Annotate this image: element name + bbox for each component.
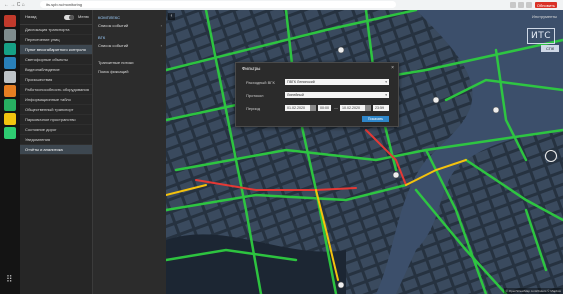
menu-item[interactable]: Происшествия: [20, 75, 92, 85]
app-icon-bar: ⠿: [0, 10, 20, 294]
submenu-item-label: Список событий: [98, 43, 129, 48]
its-logo-sub: СПб: [541, 45, 559, 52]
submenu-header: ВГК: [98, 35, 106, 40]
extension-icon[interactable]: [509, 1, 516, 8]
chevron-right-icon: ›: [160, 23, 162, 28]
menu-item[interactable]: Парковочное пространство: [20, 115, 92, 125]
map-attribution: © OpenStreetMap contributors © Mapbox: [503, 288, 563, 294]
submenu-header: КОМПЛЕКС: [98, 15, 121, 20]
submenu-item[interactable]: Список событий ›: [93, 21, 167, 30]
menu-item[interactable]: Уведомления: [20, 135, 92, 145]
browser-nav-buttons[interactable]: ← → C ⌂: [4, 2, 25, 8]
submenu-item-label: Транзитные потоки: [98, 60, 134, 65]
protocol-select[interactable]: Линейный ▾: [285, 92, 389, 98]
menu-header: Назад Меню: [20, 10, 92, 25]
calendar-icon[interactable]: [365, 105, 371, 111]
vgk-select[interactable]: ПВГК Ленинский ▾: [285, 79, 389, 85]
field-label-vgk: Расходный ВГК: [246, 80, 275, 85]
calendar-icon[interactable]: [310, 105, 316, 111]
chevron-down-icon: ▾: [385, 93, 387, 97]
protocol-select-value: Линейный: [287, 93, 304, 97]
map-canvas[interactable]: [166, 10, 563, 294]
time-to-input[interactable]: 23:59: [373, 105, 389, 111]
extension-icon[interactable]: [525, 1, 532, 8]
submenu-panel: КОМПЛЕКС Список событий › ВГК Список событий…: [92, 10, 167, 294]
menu-item[interactable]: Отчёты и аналитика: [20, 145, 92, 155]
field-label-protocol: Протокол: [246, 93, 264, 98]
time-from-input[interactable]: 00:00: [318, 105, 331, 111]
chevron-down-icon: ▾: [385, 80, 387, 84]
compass-icon[interactable]: [545, 150, 557, 162]
main-menu: Назад Меню Дислокация транспорта Пересече…: [20, 10, 92, 294]
menu-item[interactable]: Пункт весогабаритного контроля: [20, 45, 92, 55]
app-icon-2[interactable]: [4, 29, 16, 41]
app-icon-6[interactable]: [4, 99, 16, 111]
submenu-item-label: Список событий: [98, 23, 129, 28]
menu-item[interactable]: Информационные табло: [20, 95, 92, 105]
field-label-period: Период: [246, 106, 261, 111]
menu-item[interactable]: Состояние дорог: [20, 125, 92, 135]
app-icon-7[interactable]: [4, 113, 16, 125]
extension-icon[interactable]: [517, 1, 524, 8]
submenu-item-label: Поиск фиксаций: [98, 69, 129, 74]
date-from-input[interactable]: 01.02.2020: [285, 105, 310, 111]
chevron-right-icon: ›: [160, 43, 162, 48]
map-tools-link[interactable]: Инструменты: [532, 14, 557, 19]
menu-right-label: Меню: [78, 14, 89, 19]
apply-button[interactable]: Показать: [362, 116, 389, 122]
app-icon-3[interactable]: [4, 43, 16, 55]
collapse-panel-button[interactable]: ‹: [168, 13, 175, 20]
app-icon-5[interactable]: [4, 85, 16, 97]
document-icon[interactable]: [4, 71, 16, 83]
menu-item[interactable]: Пересечение улиц: [20, 35, 92, 45]
close-icon[interactable]: ×: [391, 65, 394, 71]
menu-item[interactable]: Работоспособность оборудования: [20, 85, 92, 95]
submenu-item[interactable]: Список событий ›: [93, 41, 167, 50]
menu-item[interactable]: Видеонаблюдение: [20, 65, 92, 75]
menu-item[interactable]: Дислокация транспорта: [20, 25, 92, 35]
app-icon-8[interactable]: [4, 127, 16, 139]
submenu-item[interactable]: Транзитные потоки: [93, 58, 167, 67]
period-separator: —: [334, 105, 338, 110]
menu-back-label[interactable]: Назад: [25, 14, 36, 19]
dialog-title: Фильтры: [242, 66, 261, 71]
vgk-select-value: ПВГК Ленинский: [287, 80, 315, 84]
address-bar[interactable]: its.spb.ru/monitoring: [40, 1, 396, 8]
menu-item[interactable]: Общественный транспорт: [20, 105, 92, 115]
app-icon-1[interactable]: [4, 15, 16, 27]
submenu-item[interactable]: Поиск фиксаций: [93, 67, 167, 76]
apps-grid-icon[interactable]: ⠿: [6, 274, 13, 285]
filter-dialog: Фильтры × Расходный ВГК ПВГК Ленинский ▾ …: [235, 62, 399, 127]
its-logo: ИТС: [527, 28, 555, 44]
update-badge[interactable]: Обновить: [534, 1, 557, 8]
app-icon-4[interactable]: [4, 57, 16, 69]
mode-toggle[interactable]: [64, 15, 74, 20]
menu-item[interactable]: Светофорные объекты: [20, 55, 92, 65]
map-view[interactable]: ‹ Инструменты ИТС СПб © OpenStreetMap co…: [166, 10, 563, 294]
browser-extensions: Обновить: [508, 1, 557, 8]
date-to-input[interactable]: 10.02.2020: [340, 105, 365, 111]
